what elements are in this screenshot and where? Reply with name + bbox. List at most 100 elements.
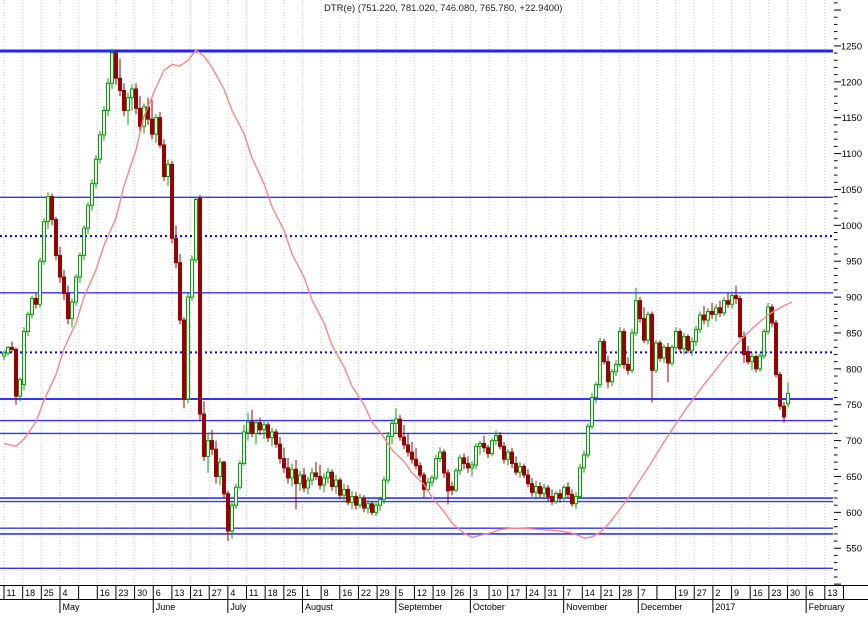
candle	[774, 320, 778, 378]
week-label: 29	[380, 588, 390, 598]
candle	[46, 192, 50, 229]
week-label: 25	[44, 588, 54, 598]
week-label: 16	[100, 588, 110, 598]
y-axis-label: 950	[846, 257, 862, 268]
candle	[446, 469, 450, 505]
candle	[190, 255, 194, 301]
candle	[710, 302, 714, 319]
candle	[82, 225, 86, 260]
candle	[206, 433, 210, 473]
candle	[110, 48, 114, 89]
week-label: 28	[622, 588, 632, 598]
candle	[342, 483, 346, 502]
candle	[526, 469, 530, 488]
candle	[250, 409, 254, 438]
week-label: 19	[678, 588, 688, 598]
moving-average-line	[3, 49, 793, 539]
candle	[286, 457, 290, 484]
candle	[634, 287, 638, 336]
candle	[146, 97, 150, 125]
week-label: 3	[473, 588, 478, 598]
candle	[482, 435, 486, 453]
y-axis-label: 650	[846, 472, 862, 483]
y-axis-label: 900	[846, 293, 862, 304]
candle	[610, 368, 614, 387]
candle	[358, 493, 362, 509]
candle	[130, 84, 134, 111]
candle	[582, 450, 586, 473]
week-label: 30	[137, 588, 147, 598]
week-label: 7	[566, 588, 571, 598]
candle	[354, 492, 358, 510]
candle	[566, 482, 570, 499]
candle	[730, 291, 734, 309]
candle	[558, 489, 562, 503]
candle	[550, 489, 554, 506]
candle	[306, 476, 310, 495]
candle	[706, 307, 710, 328]
candle	[78, 252, 82, 283]
candle	[158, 111, 162, 148]
candle	[386, 431, 390, 484]
candle	[442, 449, 446, 478]
candle	[238, 460, 242, 490]
candle	[642, 307, 646, 344]
candle	[762, 328, 766, 359]
week-label: 19	[436, 588, 446, 598]
candle	[466, 456, 470, 473]
candle	[410, 442, 414, 464]
candle	[90, 179, 94, 211]
y-axis-label: 1250	[841, 41, 862, 52]
candle	[698, 311, 702, 333]
candle	[14, 347, 18, 405]
week-label: 27	[212, 588, 222, 598]
candle	[198, 195, 202, 421]
candle	[362, 495, 366, 513]
candle	[502, 442, 506, 464]
candle	[42, 218, 46, 265]
candle	[270, 427, 274, 447]
candle	[486, 444, 490, 458]
candle	[630, 328, 634, 374]
candle	[166, 159, 170, 186]
candle	[438, 447, 442, 463]
candle	[266, 421, 270, 443]
candle	[670, 344, 674, 366]
y-axis-label: 600	[846, 508, 862, 519]
candle	[34, 292, 38, 309]
week-label: 30	[790, 588, 800, 598]
candle	[274, 429, 278, 448]
candle	[118, 58, 122, 97]
candle	[282, 447, 286, 473]
candle	[666, 343, 670, 383]
candle	[350, 490, 354, 510]
y-axis-label: 1100	[842, 149, 862, 160]
week-label: 4	[230, 588, 235, 598]
week-label: 27	[697, 588, 707, 598]
candle	[38, 257, 42, 308]
week-label: 18	[268, 588, 278, 598]
candle	[694, 325, 698, 346]
candle	[334, 475, 338, 494]
candle	[622, 328, 626, 369]
candle	[58, 246, 62, 283]
candle	[594, 381, 598, 404]
candle	[70, 298, 74, 328]
candle	[458, 454, 462, 476]
candle	[510, 447, 514, 468]
y-axis-label: 1150	[842, 113, 862, 124]
candle	[178, 254, 182, 325]
month-label: October	[473, 602, 505, 612]
candle	[554, 490, 558, 504]
y-axis-label: 550	[846, 544, 862, 555]
candle	[162, 139, 166, 181]
y-axis-label: 1000	[841, 221, 862, 232]
x-axis: 11 18 25 4 16 23 30 6 13 21 27 4 11 18 25 1 8 16 22 29 5 12 19…	[0, 585, 868, 613]
week-label: 13	[174, 588, 184, 598]
candle	[418, 462, 422, 478]
candle	[454, 467, 458, 493]
candle	[786, 382, 790, 408]
candle	[246, 412, 250, 441]
candle	[86, 202, 90, 234]
y-axis-label: 800	[846, 364, 862, 375]
